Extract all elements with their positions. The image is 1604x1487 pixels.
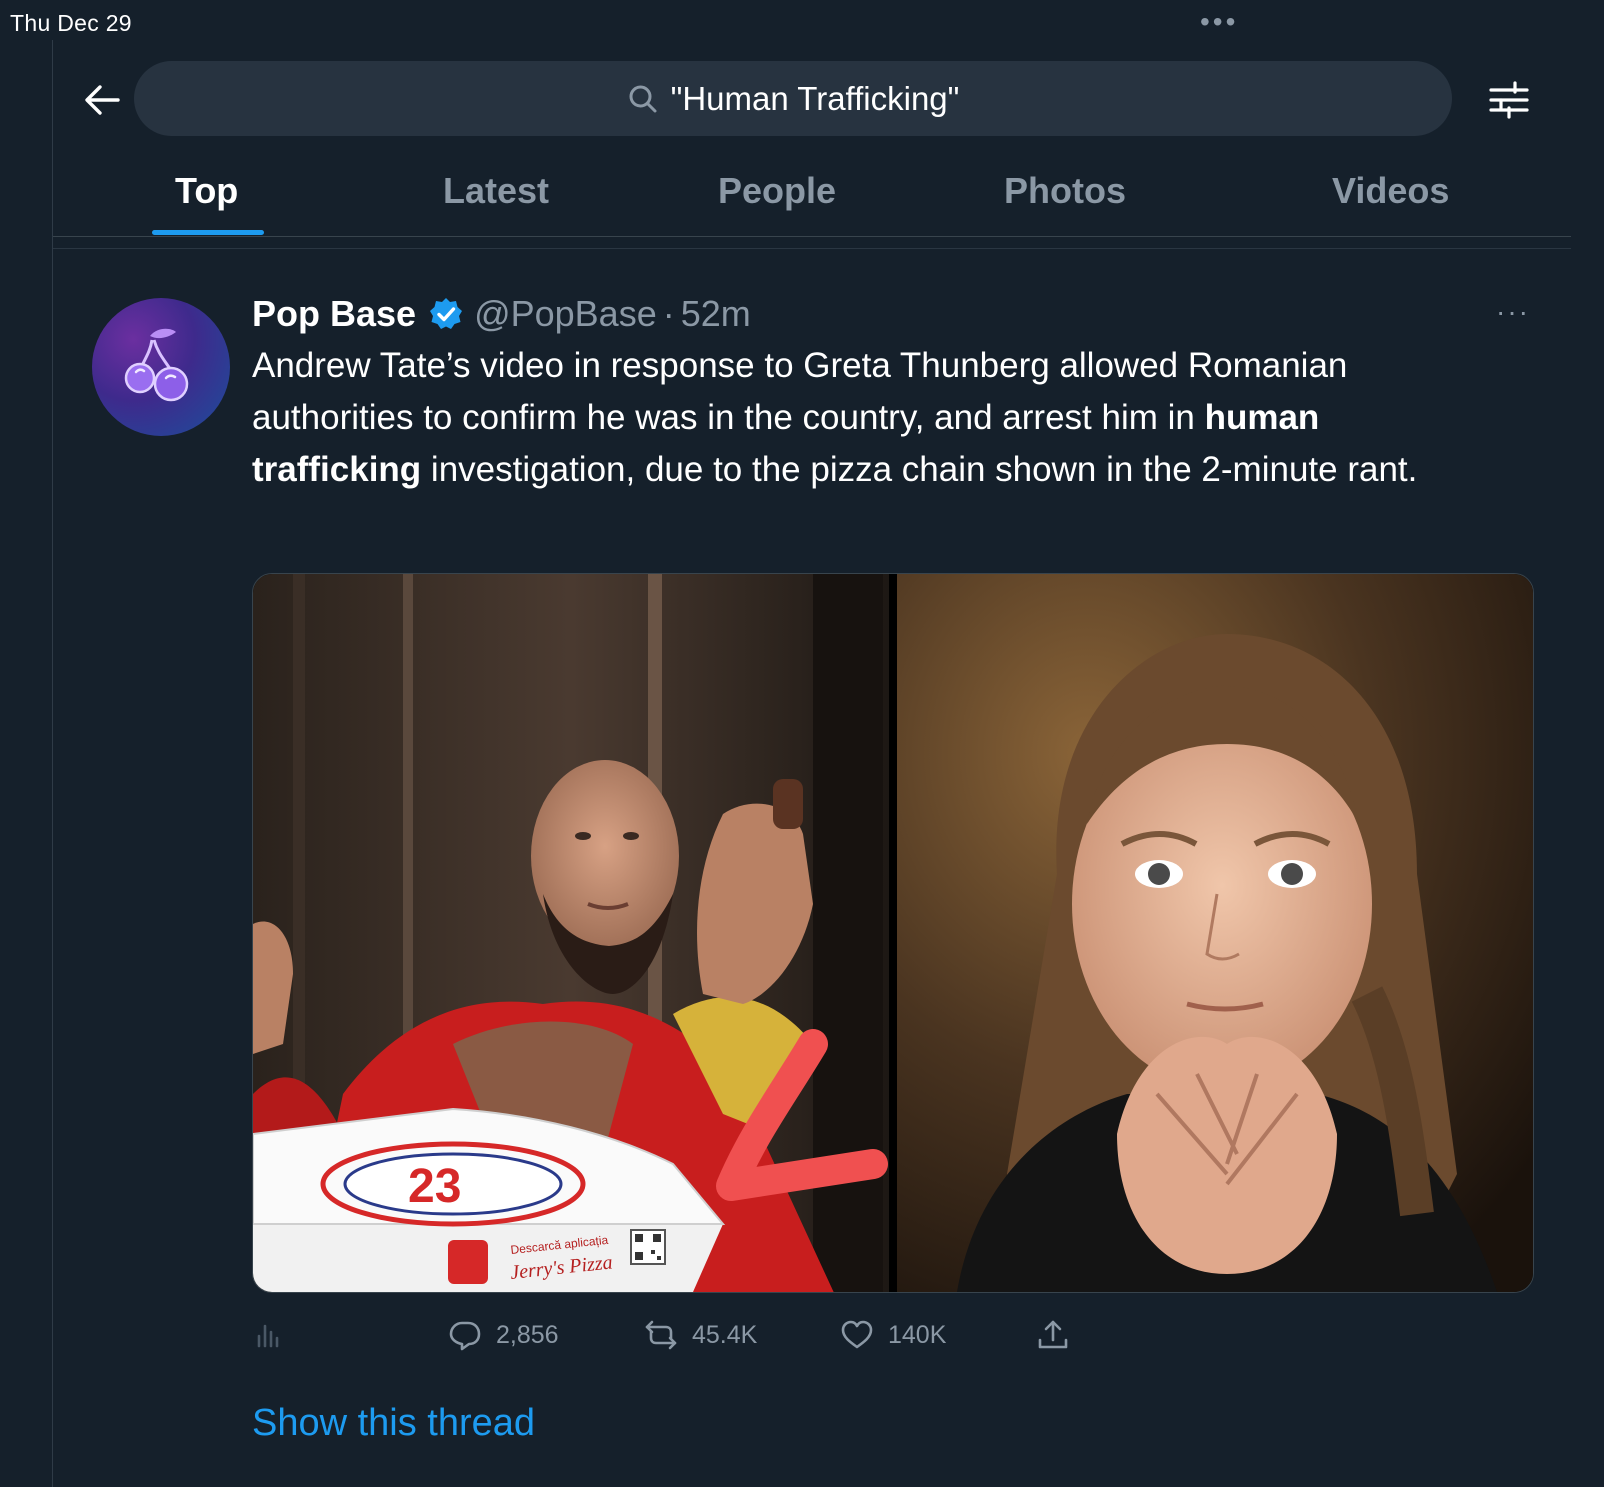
separator-dot: · <box>662 293 675 334</box>
search-input[interactable]: "Human Trafficking" <box>134 61 1452 136</box>
tweet-action-bar: 2,856 45.4K 140K <box>252 1310 1152 1360</box>
tweet-media: 23 Descarcă aplicația Jerry's Pizza <box>252 573 1534 1293</box>
tweet-header: Pop Base @PopBase · 52m <box>252 290 751 338</box>
search-tabs: Top Latest People Photos Videos <box>53 160 1571 238</box>
tabs-divider <box>53 236 1571 237</box>
tweet-text-part2: investigation, due to the pizza chain sh… <box>421 450 1418 489</box>
avatar[interactable] <box>92 298 230 436</box>
search-icon <box>629 85 657 112</box>
photo-portrait-girl <box>897 574 1533 1292</box>
tab-top[interactable]: Top <box>175 170 238 212</box>
analytics-icon <box>257 1324 279 1348</box>
author-name[interactable]: Pop Base <box>252 293 416 335</box>
like-count: 140K <box>888 1320 947 1349</box>
photo-man-with-pizza-box: 23 Descarcă aplicația Jerry's Pizza <box>253 574 889 1292</box>
cherry-logo-icon <box>124 328 189 402</box>
tab-photos[interactable]: Photos <box>1004 170 1126 212</box>
svg-text:23: 23 <box>408 1160 461 1213</box>
tweet-text: Andrew Tate’s video in response to Greta… <box>252 340 1482 496</box>
search-query: "Human Trafficking" <box>670 79 960 117</box>
retweet-icon <box>645 1320 677 1350</box>
pane-divider <box>52 40 53 1487</box>
reply-button[interactable]: 2,856 <box>448 1310 559 1360</box>
retweet-count: 45.4K <box>692 1320 758 1349</box>
tweet-timestamp[interactable]: 52m <box>681 293 751 335</box>
reply-icon <box>449 1321 481 1351</box>
search-filters-button[interactable] <box>1487 78 1531 122</box>
analytics-button[interactable] <box>252 1310 286 1360</box>
retweet-button[interactable]: 45.4K <box>644 1310 757 1360</box>
tab-people[interactable]: People <box>718 170 836 212</box>
arrow-left-icon <box>85 85 120 115</box>
verified-badge-icon <box>430 298 463 329</box>
reply-count: 2,856 <box>496 1320 559 1349</box>
share-icon <box>1038 1320 1068 1349</box>
sliders-icon <box>1489 81 1529 119</box>
status-bar-date: Thu Dec 29 <box>10 10 132 36</box>
tab-latest[interactable]: Latest <box>443 170 549 212</box>
media-photo-left[interactable]: 23 Descarcă aplicația Jerry's Pizza <box>253 574 889 1292</box>
share-button[interactable] <box>1036 1310 1070 1360</box>
active-tab-indicator <box>152 230 264 235</box>
multitasking-dots-icon[interactable]: ••• <box>1200 8 1238 36</box>
media-photo-right[interactable] <box>897 574 1533 1292</box>
back-button[interactable] <box>80 78 124 122</box>
tweet-text-part1: Andrew Tate’s video in response to Greta… <box>252 346 1348 437</box>
like-button[interactable]: 140K <box>840 1310 946 1360</box>
section-divider <box>53 248 1571 249</box>
heart-icon <box>841 1320 873 1349</box>
author-handle[interactable]: @PopBase <box>474 293 657 335</box>
tab-videos[interactable]: Videos <box>1332 170 1449 212</box>
more-options-icon[interactable]: ··· <box>1496 296 1530 328</box>
show-thread-link[interactable]: Show this thread <box>252 1402 535 1445</box>
